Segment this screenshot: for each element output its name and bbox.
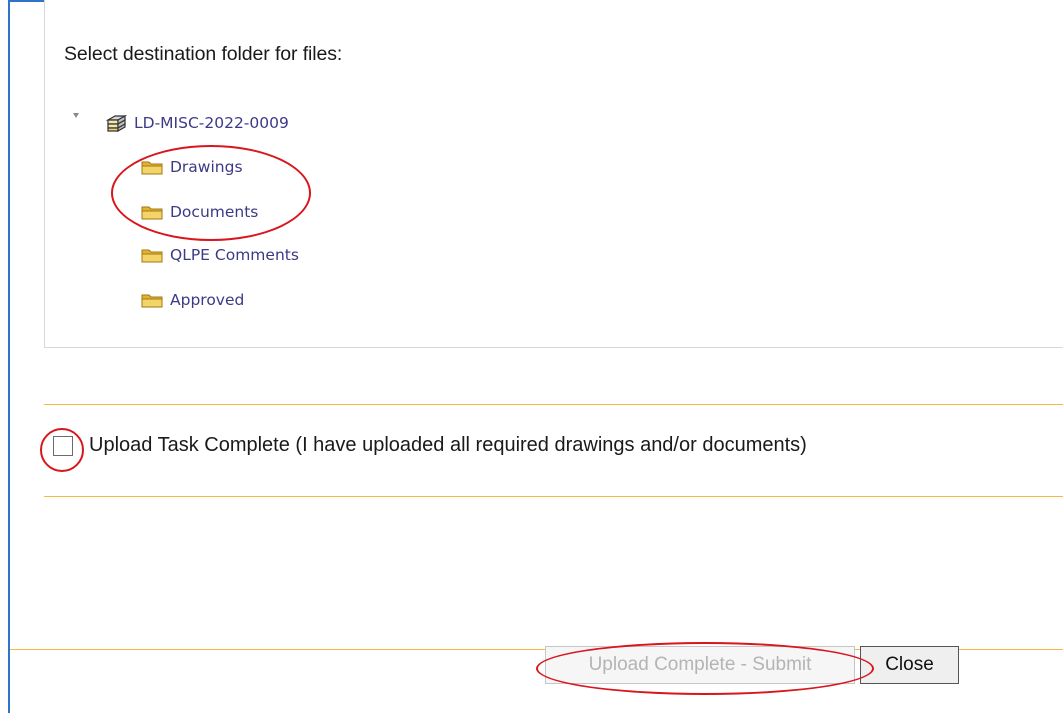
divider-top [44,404,1063,405]
tree-node-label: Approved [170,291,245,309]
divider-bottom [44,496,1063,497]
tree-node-root-label: LD-MISC-2022-0009 [134,114,289,132]
close-button[interactable]: Close [860,646,959,684]
folder-icon [141,249,163,263]
tree-node-root[interactable]: LD-MISC-2022-0009 [105,113,289,133]
folder-icon [141,294,163,308]
tree-node-drawings[interactable]: Drawings [141,158,243,176]
folder-icon [141,206,163,220]
database-icon [105,114,127,133]
tree-node-label: Drawings [170,158,243,176]
upload-task-complete-checkbox[interactable] [53,435,73,456]
tree-node-label: QLPE Comments [170,246,299,264]
upload-complete-row: Upload Task Complete (I have uploaded al… [53,434,807,457]
upload-complete-submit-button[interactable]: Upload Complete - Submit [545,646,855,684]
tree-node-label: Documents [170,203,259,221]
folder-icon [141,161,163,175]
instruction-text: Select destination folder for files: [64,43,343,65]
tree-node-qlpe-comments[interactable]: QLPE Comments [141,246,299,264]
dialog-frame-left [8,0,10,713]
tree-node-approved[interactable]: Approved [141,291,244,309]
upload-task-complete-label: Upload Task Complete (I have uploaded al… [89,434,807,456]
tree-collapse-toggle[interactable] [73,113,79,118]
tree-node-documents[interactable]: Documents [141,203,258,221]
